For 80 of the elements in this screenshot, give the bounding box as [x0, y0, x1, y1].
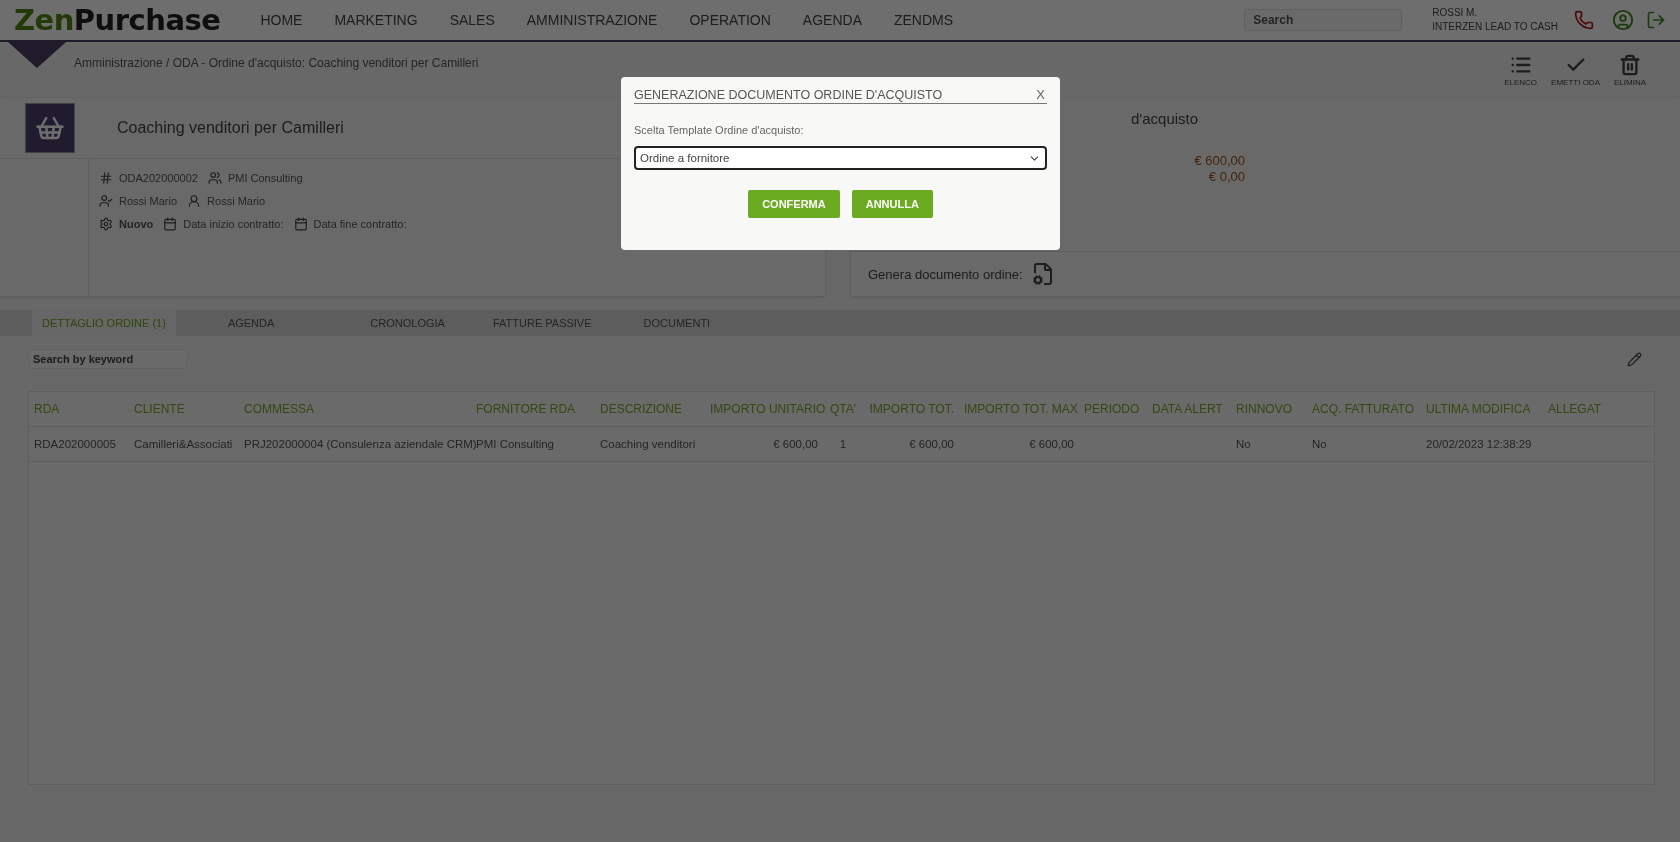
app-logo: ZenPurchase	[14, 3, 221, 37]
settings-icon	[99, 217, 113, 231]
table-cell: Coaching venditori	[600, 438, 696, 450]
list-button[interactable]: ELENCO	[1504, 54, 1538, 90]
column-header[interactable]: IMPORTO TOT. MAX	[959, 392, 1079, 427]
user-profile-icon[interactable]	[1612, 9, 1634, 31]
table-cell: PMI Consulting	[476, 438, 554, 450]
column-header[interactable]: RDA	[29, 392, 129, 427]
column-header[interactable]: ULTIMA MODIFICA	[1421, 392, 1543, 427]
table-cell: € 600,00	[773, 438, 818, 450]
table-cell: € 600,00	[909, 438, 954, 450]
column-header[interactable]: RINNOVO	[1231, 392, 1307, 427]
column-header[interactable]: COMMESSA	[239, 392, 471, 427]
column-header[interactable]: ACQ. FATTURATO	[1307, 392, 1421, 427]
menu-item[interactable]: ZENDMS	[878, 12, 970, 28]
phone-icon[interactable]	[1574, 10, 1594, 30]
users-icon	[207, 171, 222, 185]
table-cell: 20/02/2023 12:38:29	[1426, 438, 1532, 450]
column-header[interactable]: IMPORTO UNITARIO	[705, 392, 823, 427]
order-detail: PMI Consulting	[227, 172, 303, 184]
trash-icon	[1619, 54, 1641, 76]
number-icon	[99, 171, 113, 185]
tab[interactable]: DOCUMENTI	[633, 310, 721, 336]
calendar-icon	[163, 217, 178, 231]
table-cell: 1	[839, 438, 847, 450]
amount-value: € 600,00	[1194, 153, 1245, 169]
keyword-search-field[interactable]: Search by keyword	[28, 349, 188, 369]
column-header[interactable]: DESCRIZIONE	[595, 392, 705, 427]
summary-title: d'acquisto	[1130, 109, 1200, 127]
column-header[interactable]: PERIODO	[1079, 392, 1147, 427]
menu-item[interactable]: AGENDA	[786, 12, 878, 28]
tab[interactable]: FATTURE PASSIVE	[482, 310, 602, 336]
menu-item[interactable]: MARKETING	[318, 12, 434, 28]
order-detail: Rossi Mario	[119, 195, 178, 207]
confirm-button[interactable]: CONFERMA	[748, 190, 840, 218]
trash-button[interactable]: ELIMINA	[1614, 54, 1646, 90]
column-header[interactable]: IMPORTO TOT.	[863, 392, 959, 427]
table-cell: No	[1312, 438, 1327, 450]
menu-item[interactable]: HOME	[244, 12, 319, 28]
user-check-icon	[99, 194, 113, 208]
column-header[interactable]: FORNITORE RDA	[471, 392, 595, 427]
basket-icon	[25, 103, 75, 153]
template-select[interactable]: Ordine a fornitore	[634, 146, 1047, 170]
calendar-icon	[293, 217, 308, 231]
order-detail: Rossi Mario	[207, 195, 266, 207]
order-detail: Nuovo	[119, 218, 154, 230]
table-cell: No	[1236, 438, 1251, 450]
close-button[interactable]: X	[1034, 87, 1047, 102]
list-icon	[1509, 54, 1532, 76]
order-title: Coaching venditori per Camilleri	[117, 119, 344, 137]
tab[interactable]: CRONOLOGIA	[360, 310, 455, 336]
field-label: Scelta Template Ordine d'acquisto:	[634, 124, 805, 136]
check-button[interactable]: EMETTI ODA	[1551, 54, 1600, 90]
user-company: INTERZEN LEAD TO CASH	[1432, 20, 1558, 34]
table-cell: Camilleri&Associati	[134, 438, 233, 450]
order-detail: Data fine contratto:	[313, 218, 407, 230]
table-cell: € 600,00	[1029, 438, 1074, 450]
breadcrumb: Amministrazione / ODA - Ordine d'acquisto: Coaching venditori per Camilleri	[74, 56, 479, 71]
menu-item[interactable]: OPERATION	[673, 12, 787, 28]
column-header[interactable]: DATA ALERT	[1147, 392, 1231, 427]
document-settings-icon[interactable]	[1030, 262, 1055, 286]
amount-value: € 0,00	[1208, 169, 1245, 185]
menu-item[interactable]: SALES	[433, 12, 511, 28]
table-cell: PRJ202000004 (Consulenza aziendale CRM)	[244, 438, 477, 450]
generate-document-label: Genera documento ordine:	[868, 266, 1023, 282]
user-name: ROSSI M.	[1432, 6, 1479, 20]
logout-icon[interactable]	[1646, 10, 1666, 30]
tab[interactable]: DETTAGLIO ORDINE (1)	[32, 310, 176, 336]
column-header[interactable]: ALLEGAT	[1543, 392, 1654, 427]
user-icon	[187, 194, 202, 208]
table-cell: RDA202000005	[34, 438, 116, 450]
edit-icon[interactable]	[1627, 351, 1642, 367]
tab[interactable]: AGENDA	[217, 310, 285, 336]
order-detail: ODA202000002	[119, 172, 198, 184]
order-detail: Data inizio contratto:	[183, 218, 284, 230]
column-header[interactable]: CLIENTE	[129, 392, 239, 427]
cancel-button[interactable]: ANNULLA	[851, 190, 933, 218]
menu-item[interactable]: AMMINISTRAZIONE	[510, 12, 674, 28]
search-field[interactable]: Search	[1244, 9, 1403, 31]
dialog-title: GENERAZIONE DOCUMENTO ORDINE D'ACQUISTO	[634, 87, 943, 102]
